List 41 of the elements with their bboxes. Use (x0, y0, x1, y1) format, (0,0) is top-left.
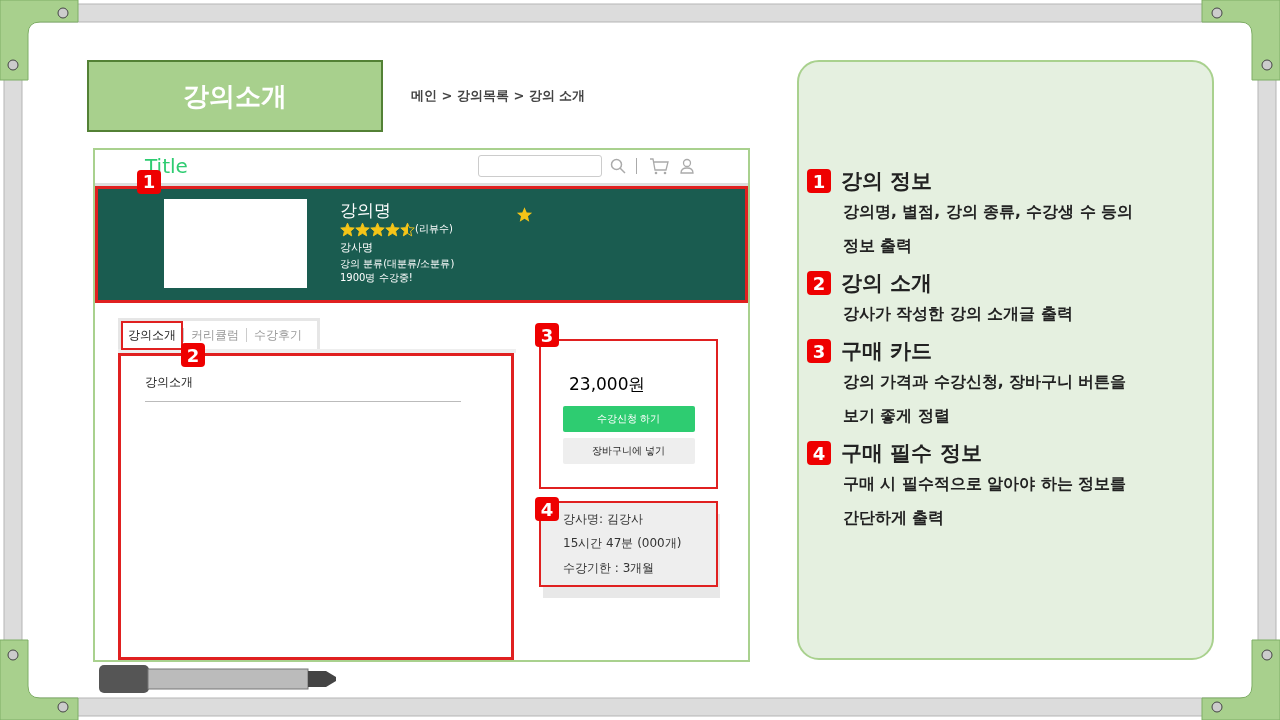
number-badge: 2 (181, 343, 205, 367)
star-icon (370, 221, 385, 237)
enroll-button[interactable]: 수강신청 하기 (562, 406, 695, 432)
star-icon (340, 221, 355, 237)
price: 23,000원 (569, 373, 646, 396)
cart-icon[interactable] (648, 157, 669, 175)
star-icon[interactable] (516, 205, 533, 223)
course-category: 강의 분류(대분류/소분류) (340, 256, 455, 271)
legend-description: 구매 시 필수적으로 알아야 하는 정보를 간단하게 출력 (843, 474, 1127, 529)
legend-title: 강의 정보 (841, 168, 933, 195)
info-line: 15시간 47분 (000개) (563, 535, 683, 553)
number-badge: 1 (807, 169, 831, 193)
tab[interactable]: 수강후기 (247, 320, 309, 350)
review-count: (리뷰수) (415, 222, 453, 237)
legend-title: 구매 필수 정보 (841, 440, 982, 467)
legend-title: 구매 카드 (841, 338, 933, 365)
instructor-name: 강사명 (340, 239, 374, 255)
slide-title: 강의소개 (87, 60, 383, 132)
info-line: 수강기한 : 3개월 (563, 560, 656, 578)
number-badge: 2 (807, 271, 831, 295)
number-badge: 3 (535, 323, 559, 347)
cart-button[interactable]: 장바구니에 넣기 (562, 438, 695, 464)
legend-description: 강사가 작성한 강의 소개글 출력 (843, 304, 1074, 325)
course-name: 강의명 (340, 198, 392, 222)
enrollment-count: 1900명 수강중! (340, 270, 414, 285)
info-line: 강사명: 김강사 (563, 510, 644, 528)
tab[interactable]: 강의소개 (121, 320, 183, 350)
star-icon (355, 221, 370, 237)
star-icon (400, 221, 415, 237)
section-heading: 강의소개 (145, 374, 194, 391)
star-icon (385, 221, 400, 237)
breadcrumb: 메인 > 강의목록 > 강의 소개 (411, 87, 586, 105)
user-icon[interactable] (678, 158, 695, 175)
search-icon[interactable] (609, 158, 626, 175)
number-badge: 3 (807, 339, 831, 363)
search-field[interactable] (477, 155, 602, 178)
legend-description: 강의 가격과 수강신청, 장바구니 버튼을 보기 좋게 정렬 (843, 372, 1128, 427)
number-badge: 4 (807, 441, 831, 465)
number-badge: 4 (535, 497, 559, 521)
legend-title: 강의 소개 (841, 270, 933, 297)
legend-description: 강의명, 별점, 강의 종류, 수강생 수 등의 정보 출력 (843, 202, 1135, 257)
